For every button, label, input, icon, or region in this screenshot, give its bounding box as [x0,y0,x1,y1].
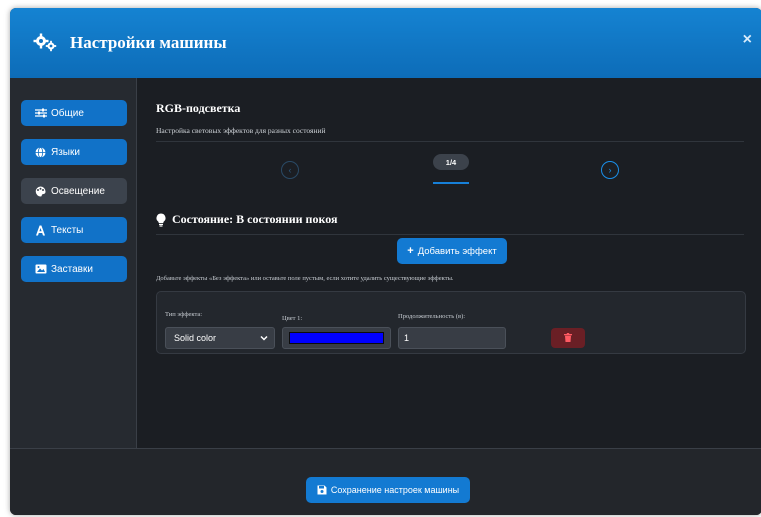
trash-icon [564,329,572,347]
effect-row: Тип эффекта: Цвет 1: Продолжительность (… [156,291,746,354]
color-picker[interactable] [282,327,391,349]
chevron-down-icon [260,334,268,342]
sidebar-item-label: Языки [51,146,80,158]
sidebar: Общие Языки Освещение Тексты Заставки [10,78,137,448]
sidebar-item-languages[interactable]: Языки [21,139,127,165]
save-settings-button[interactable]: Сохранение настроек машины [306,477,470,503]
effect-type-select[interactable]: Solid color [165,327,275,349]
palette-icon [34,186,47,197]
section-title: RGB-подсветка [156,101,241,115]
modal-title: Настройки машины [70,33,227,52]
sidebar-item-texts[interactable]: Тексты [21,217,127,243]
sidebar-item-label: Освещение [51,185,105,197]
image-icon [34,264,47,275]
page-indicator: 1/4 [433,154,469,170]
font-icon [34,225,47,236]
divider [156,141,744,142]
lightbulb-icon [156,213,166,227]
page-indicator-underline [433,182,469,184]
save-icon [317,485,327,495]
effect-type-value: Solid color [174,333,217,343]
main-content: RGB-подсветка Настройка световых эффекто… [156,78,750,448]
duration-input[interactable]: 1 [398,327,506,349]
sidebar-item-label: Заставки [51,263,93,275]
save-settings-label: Сохранение настроек машины [330,485,460,495]
modal-footer: Сохранение настроек машины [10,448,761,515]
previous-state-button[interactable]: ‹ [281,161,299,179]
settings-modal: Настройки машины × Общие Языки Освещение [10,8,761,515]
section-subtitle: Настройка световых эффектов для разных с… [156,126,326,135]
effects-hint: Добавьте эффекты «Без эффекта» или остав… [156,275,454,282]
close-button[interactable]: × [743,32,752,48]
chevron-right-icon: › [608,165,612,175]
sliders-icon [34,108,47,119]
globe-icon [34,146,47,158]
gears-icon [32,32,62,54]
effect-type-label: Тип эффекта: [165,311,203,318]
sidebar-item-screensavers[interactable]: Заставки [21,256,127,282]
add-effect-label: Добавить эффект [417,245,497,257]
sidebar-item-general[interactable]: Общие [21,100,127,126]
state-title: Состояние: В состоянии покоя [156,212,337,227]
state-title-text: Состояние: В состоянии покоя [172,212,338,226]
color-swatch [289,332,384,344]
sidebar-item-lighting[interactable]: Освещение [21,178,127,204]
sidebar-item-label: Тексты [51,224,84,236]
delete-effect-button[interactable] [551,328,585,348]
color-label: Цвет 1: [282,315,303,322]
plus-icon: + [407,245,414,257]
modal-header: Настройки машины × [10,8,761,78]
add-effect-button[interactable]: + Добавить эффект [397,238,507,264]
divider [156,234,744,235]
sidebar-item-label: Общие [51,107,84,119]
duration-label: Продолжительность (в): [398,313,466,320]
chevron-left-icon: ‹ [288,165,292,175]
next-state-button[interactable]: › [601,161,619,179]
